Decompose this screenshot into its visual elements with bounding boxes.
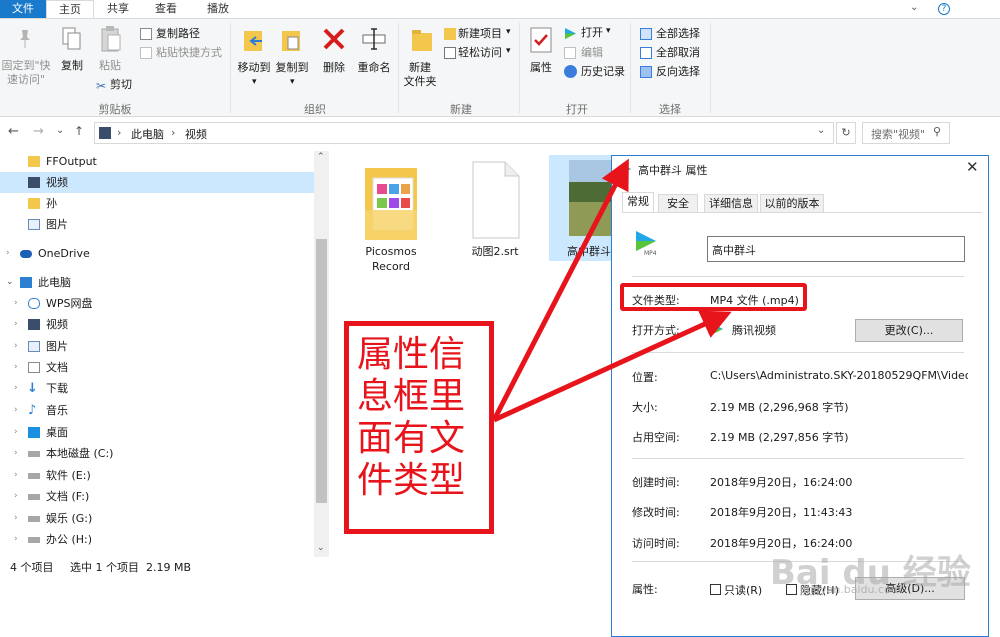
annotation-callout: 属性信息框里面有文件类型: [344, 321, 494, 534]
arrow-to-file-type: [492, 310, 732, 423]
annotation-text: 属性信息框里面有文件类型: [357, 334, 466, 501]
annotation-arrows: [491, 158, 732, 423]
arrow-to-title: [491, 158, 629, 422]
watermark-url: jingyan.baidu.com: [800, 583, 902, 596]
